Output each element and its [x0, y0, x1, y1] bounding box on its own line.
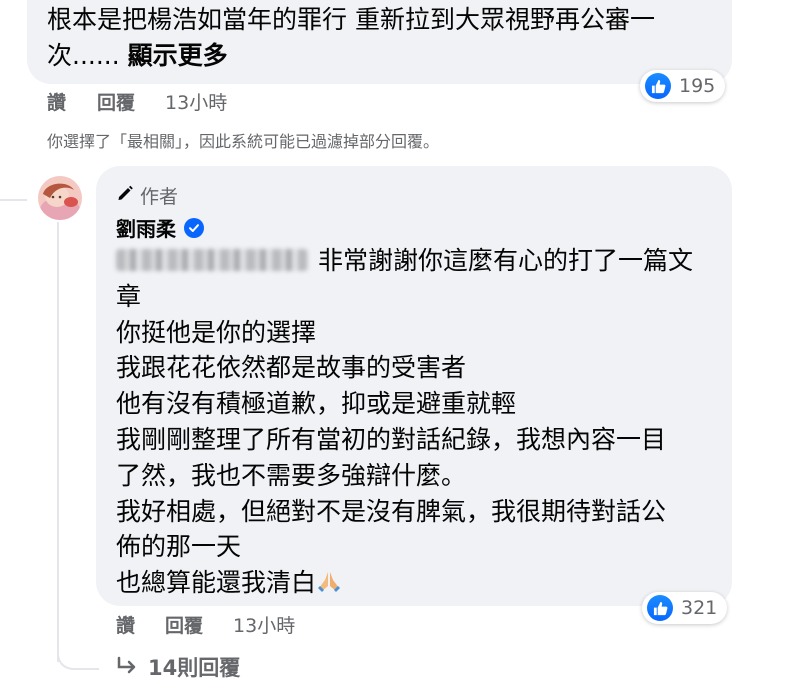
reaction-count: 321 [681, 597, 718, 619]
reply-line: 我跟花花依然都是故事的受害者 [116, 353, 467, 383]
reply-line: 也總算能還我清白 [116, 565, 721, 604]
reply-line: 我剛剛整理了所有當初的對話紀錄，我想內容一目 [116, 424, 667, 454]
see-more-link[interactable]: 顯示更多 [128, 41, 228, 70]
reply-line: 佈的那一天 [116, 532, 242, 562]
top-comment-actions: 讚 回覆 13小時 [47, 88, 227, 115]
comment-timestamp[interactable]: 13小時 [165, 88, 227, 115]
thread-curve [57, 640, 99, 670]
reaction-count-pill[interactable]: 195 [640, 70, 726, 102]
author-reply-actions: 讚 回覆 13小時 [116, 611, 295, 638]
author-avatar[interactable] [38, 176, 82, 220]
reaction-count-pill[interactable]: 321 [642, 592, 728, 624]
view-replies-label[interactable]: 14則回覆 [148, 652, 240, 682]
like-button[interactable]: 讚 [47, 88, 66, 115]
like-icon [645, 73, 671, 99]
blurred-username [116, 249, 308, 271]
verified-icon [184, 217, 204, 238]
like-icon [647, 595, 673, 621]
author-badge-label: 作者 [140, 186, 179, 208]
like-button[interactable]: 讚 [116, 611, 135, 638]
top-comment-text: 根本是把楊浩如當年的罪行 重新拉到大眾視野再公審一 次...... 顯示更多 [47, 2, 727, 74]
comment-timestamp[interactable]: 13小時 [233, 611, 295, 638]
praying-hands-icon [316, 568, 342, 604]
reply-line: 非常謝謝你這麼有心的打了一篇文 [116, 243, 721, 279]
reply-line: 你挺他是你的選擇 [116, 317, 317, 347]
author-name[interactable]: 劉雨柔 [116, 213, 204, 242]
reaction-count: 195 [679, 75, 716, 97]
reply-button[interactable]: 回覆 [97, 88, 135, 115]
reply-arrow-icon [116, 655, 138, 679]
top-comment-line-2: 次...... [47, 41, 120, 70]
filter-notice: 你選擇了「最相關」，因此系統可能已過濾掉部分回覆。 [47, 132, 440, 151]
thread-line [57, 222, 59, 662]
reply-line: 他有沒有積極道歉，抑或是避重就輕 [116, 389, 517, 419]
thread-connector [0, 199, 27, 201]
author-reply-text: 非常謝謝你這麼有心的打了一篇文 章 你挺他是你的選擇 我跟花花依然都是故事的受害… [116, 243, 721, 604]
top-comment-line-1: 根本是把楊浩如當年的罪行 重新拉到大眾視野再公審一 [47, 5, 655, 34]
reply-line: 我好相處，但絕對不是沒有脾氣，我很期待對話公 [116, 496, 667, 526]
reply-line: 了然，我也不需要多強辯什麼。 [116, 460, 467, 490]
author-badge: 作者 [116, 182, 178, 209]
author-name-text[interactable]: 劉雨柔 [116, 213, 176, 242]
reply-line: 章 [116, 281, 142, 311]
reply-button[interactable]: 回覆 [165, 611, 203, 638]
pencil-icon [116, 184, 134, 207]
view-replies-button[interactable]: 14則回覆 [116, 652, 240, 682]
